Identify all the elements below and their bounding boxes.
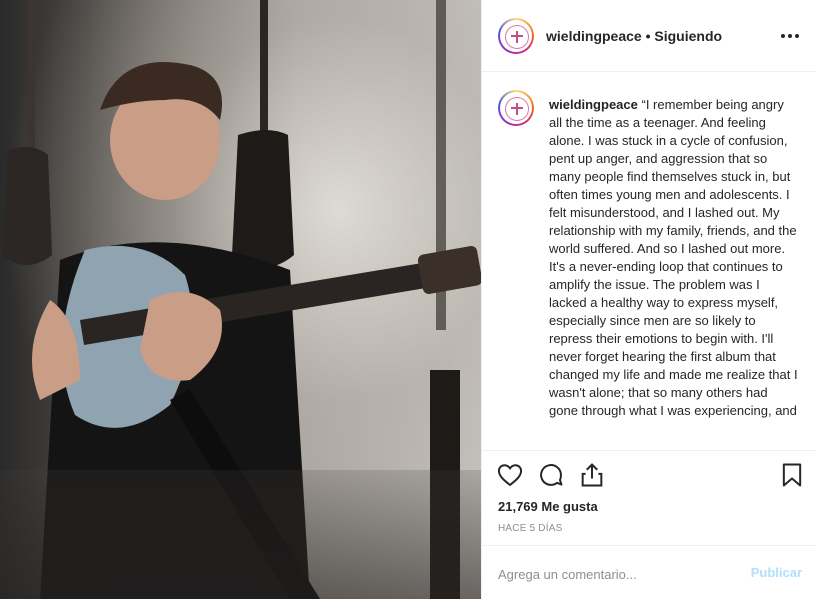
- post-panel: wieldingpeace • Siguiendo wieldingpeace …: [481, 0, 815, 599]
- caption-text: “I remember being angry all the time as …: [549, 97, 798, 418]
- comments-area[interactable]: wieldingpeace “I remember being angry al…: [482, 72, 815, 450]
- caption-username[interactable]: wieldingpeace: [549, 97, 638, 112]
- bookmark-icon[interactable]: [778, 461, 806, 489]
- likes-count[interactable]: 21,769 Me gusta: [498, 499, 598, 514]
- header-user-line: wieldingpeace • Siguiendo: [546, 28, 722, 44]
- caption-avatar[interactable]: [498, 90, 534, 126]
- header-username[interactable]: wieldingpeace: [546, 28, 642, 44]
- post-photo[interactable]: [0, 0, 481, 599]
- brand-logo-icon: [505, 97, 529, 121]
- comment-icon[interactable]: [537, 461, 565, 489]
- brand-logo-icon: [505, 25, 529, 49]
- following-button[interactable]: Siguiendo: [654, 28, 722, 44]
- post-header: wieldingpeace • Siguiendo: [482, 0, 815, 72]
- comment-row: Publicar: [482, 545, 815, 599]
- share-icon[interactable]: [578, 461, 606, 489]
- comment-input[interactable]: [498, 564, 748, 584]
- avatar[interactable]: [498, 18, 534, 54]
- publish-button[interactable]: Publicar: [751, 565, 802, 580]
- more-horizontal-icon[interactable]: [780, 24, 800, 48]
- post-timestamp[interactable]: HACE 5 DÍAS: [498, 523, 562, 534]
- post-actions: 21,769 Me gusta HACE 5 DÍAS Publicar: [482, 450, 815, 599]
- heart-icon[interactable]: [496, 461, 524, 489]
- photo-floor: [0, 470, 481, 599]
- header-separator: •: [645, 28, 651, 44]
- caption: wieldingpeace “I remember being angry al…: [549, 96, 799, 420]
